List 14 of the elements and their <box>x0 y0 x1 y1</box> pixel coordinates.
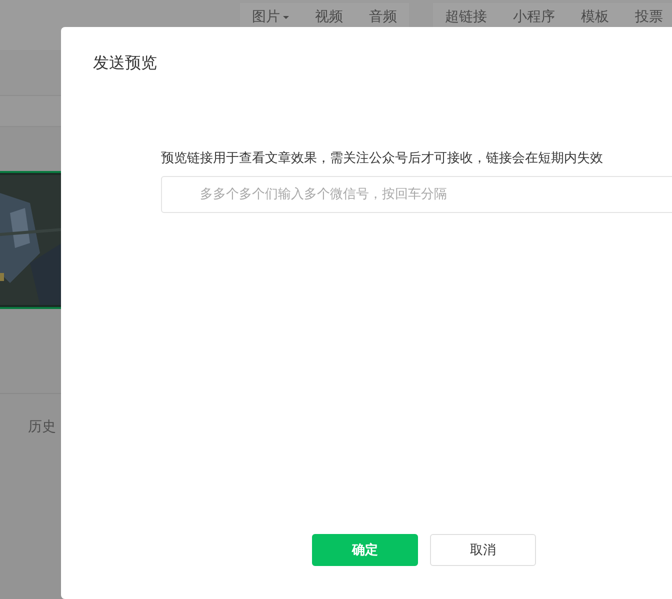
toolbar-item[interactable]: 图片 <box>252 8 289 26</box>
toolbar-item[interactable]: 音频 <box>369 8 397 26</box>
confirm-button[interactable]: 确定 <box>312 534 418 566</box>
toolbar-item[interactable]: 视频 <box>315 8 343 26</box>
description-text: 预览链接用于查看文章效果，需关注公众号后才可接收，链接会在短期内失效 <box>161 150 603 167</box>
toolbar-item[interactable]: 超链接 <box>445 8 487 26</box>
toolbar-item[interactable]: 模板 <box>581 8 609 26</box>
input-field[interactable]: 多多个多个们输入多个微信号，按回车分隔 <box>161 176 672 213</box>
toolbar-item[interactable]: 投票 <box>635 8 663 26</box>
dialog-title: 发送预览 <box>93 53 157 74</box>
caret-icon <box>283 16 289 18</box>
cancel-button[interactable]: 取消 <box>430 534 536 566</box>
toolbar-item[interactable]: 小程序 <box>513 8 555 26</box>
history-label: 历史 <box>28 419 56 435</box>
